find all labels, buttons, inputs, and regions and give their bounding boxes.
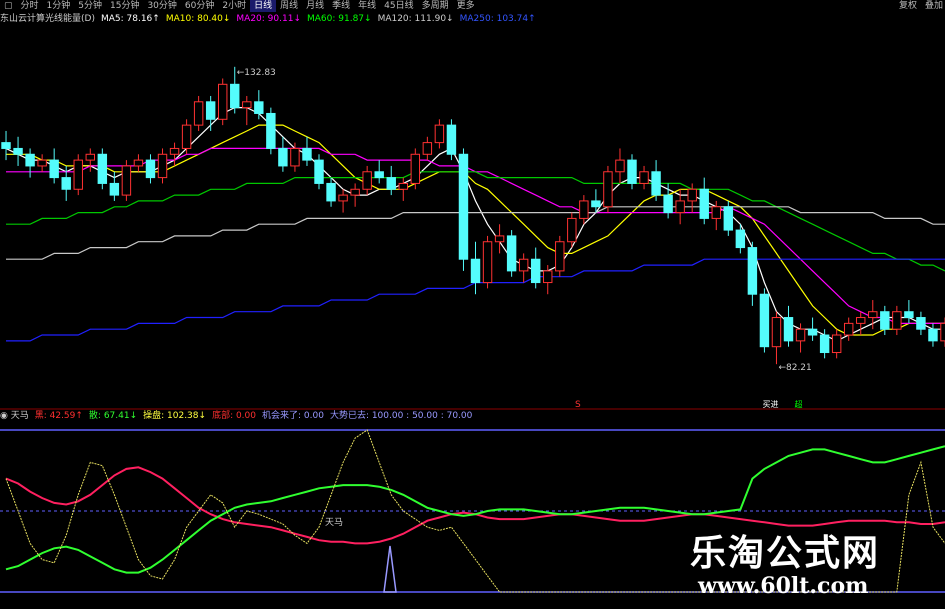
candle-body [49, 159, 59, 179]
candle-body [254, 101, 264, 114]
ma-line-ma10 [6, 124, 945, 336]
candle-body [97, 153, 108, 184]
candle-body [410, 153, 421, 184]
candle-body [771, 317, 782, 348]
low-price-label: ←82.21 [778, 363, 811, 373]
candle-body [603, 171, 613, 208]
candle-body [555, 241, 565, 272]
candle-body [350, 188, 360, 196]
candle-body [1, 142, 11, 149]
candle-body [217, 83, 228, 120]
candle-body [615, 159, 625, 173]
candle-body [904, 311, 914, 319]
candle-body [518, 258, 529, 272]
candle-body [928, 328, 938, 342]
candle-body [290, 147, 300, 167]
candle-body [157, 153, 168, 179]
candle-body [699, 188, 709, 219]
candle-body [711, 206, 721, 219]
candle-body [940, 322, 945, 342]
candle-body [25, 153, 35, 167]
candle-body [314, 159, 324, 184]
candle-body [735, 229, 746, 249]
candle-body [819, 334, 830, 354]
candle-body [843, 322, 854, 336]
candle-body [109, 182, 120, 196]
indicator-legend-item: 散: 67.41↓ [88, 411, 138, 421]
candle-body [242, 101, 252, 109]
candle-body [543, 270, 553, 284]
candle-body [446, 124, 457, 155]
candle-body [338, 194, 348, 202]
candle-body [807, 328, 818, 336]
indicator-legend-item: 机会来了: 0.00 [262, 411, 324, 421]
candle-body [494, 235, 505, 243]
candle-body [398, 182, 408, 190]
candle-body [639, 171, 649, 184]
candle-body [37, 159, 47, 167]
buy-signal-marker: 买进 [762, 400, 778, 409]
candle-body [783, 317, 794, 342]
candle-body [73, 159, 83, 190]
indicator-legend-item: 操盘: 102.38↓ [143, 411, 207, 421]
candle-body [266, 112, 276, 149]
candle-body [506, 235, 517, 272]
candle-body [278, 147, 288, 167]
candle-body [747, 247, 758, 295]
candle-body [868, 311, 878, 319]
chart-canvas: ←132.83←82.21S 买进 超天马 [0, 66, 945, 593]
candle-body [374, 171, 384, 179]
bottom-signal-spike [383, 545, 397, 593]
candle-body [723, 206, 734, 231]
candle-body [530, 258, 541, 284]
candle-body [121, 165, 132, 196]
candle-body [193, 101, 204, 126]
candle-body [687, 188, 697, 202]
candle-body [831, 334, 842, 354]
candle-body [567, 217, 577, 243]
candle-body [916, 317, 926, 330]
indicator-legend-bar: ◉ 天马 黑: 42.59↑ 散: 67.41↓ 操盘: 102.38↓ 底部: 0.0… [0, 410, 478, 422]
candle-body [386, 177, 396, 190]
candle-body [230, 83, 240, 109]
candle-body [326, 182, 336, 202]
ma-line-ma5 [5, 106, 945, 342]
candle-body [362, 171, 372, 190]
candle-body [759, 293, 770, 348]
high-price-label: ←132.83 [237, 68, 276, 78]
watermark-url: www.60lt.com [698, 573, 869, 599]
candle-body [482, 241, 493, 284]
candle-body [133, 159, 144, 167]
candle-body [663, 194, 673, 214]
candle-body [169, 147, 180, 155]
candle-body [591, 200, 601, 208]
candle-body [205, 101, 216, 120]
candle-body [302, 147, 312, 161]
candle-body [145, 159, 156, 179]
candle-body [795, 328, 806, 342]
candle-body [181, 124, 192, 149]
indicator-legend-item: 底部: 0.00 [212, 411, 256, 421]
candle-body [61, 177, 71, 190]
candle-body [13, 147, 23, 155]
candle-body [579, 200, 589, 219]
indicator-name: ◉ 天马 [0, 411, 29, 421]
candle-body [85, 153, 96, 161]
tianma-label: 天马 [325, 517, 343, 528]
watermark-title: 乐淘公式网 [690, 533, 881, 574]
candle-body [892, 311, 902, 330]
indicator-legend-item: 大势已去: 100.00 : 50.00 : 70.00 [329, 411, 473, 421]
candle-body [675, 200, 685, 214]
candle-body [422, 142, 433, 155]
candle-body [458, 153, 469, 260]
candle-body [856, 317, 866, 324]
indicator-legend-item: 黑: 42.59↑ [34, 411, 83, 421]
candle-body [434, 124, 445, 144]
candle-body [880, 311, 890, 330]
candle-body [627, 159, 637, 184]
candle-body [470, 258, 481, 284]
signal-marker: 超 [794, 399, 802, 409]
candle-body [651, 171, 661, 196]
